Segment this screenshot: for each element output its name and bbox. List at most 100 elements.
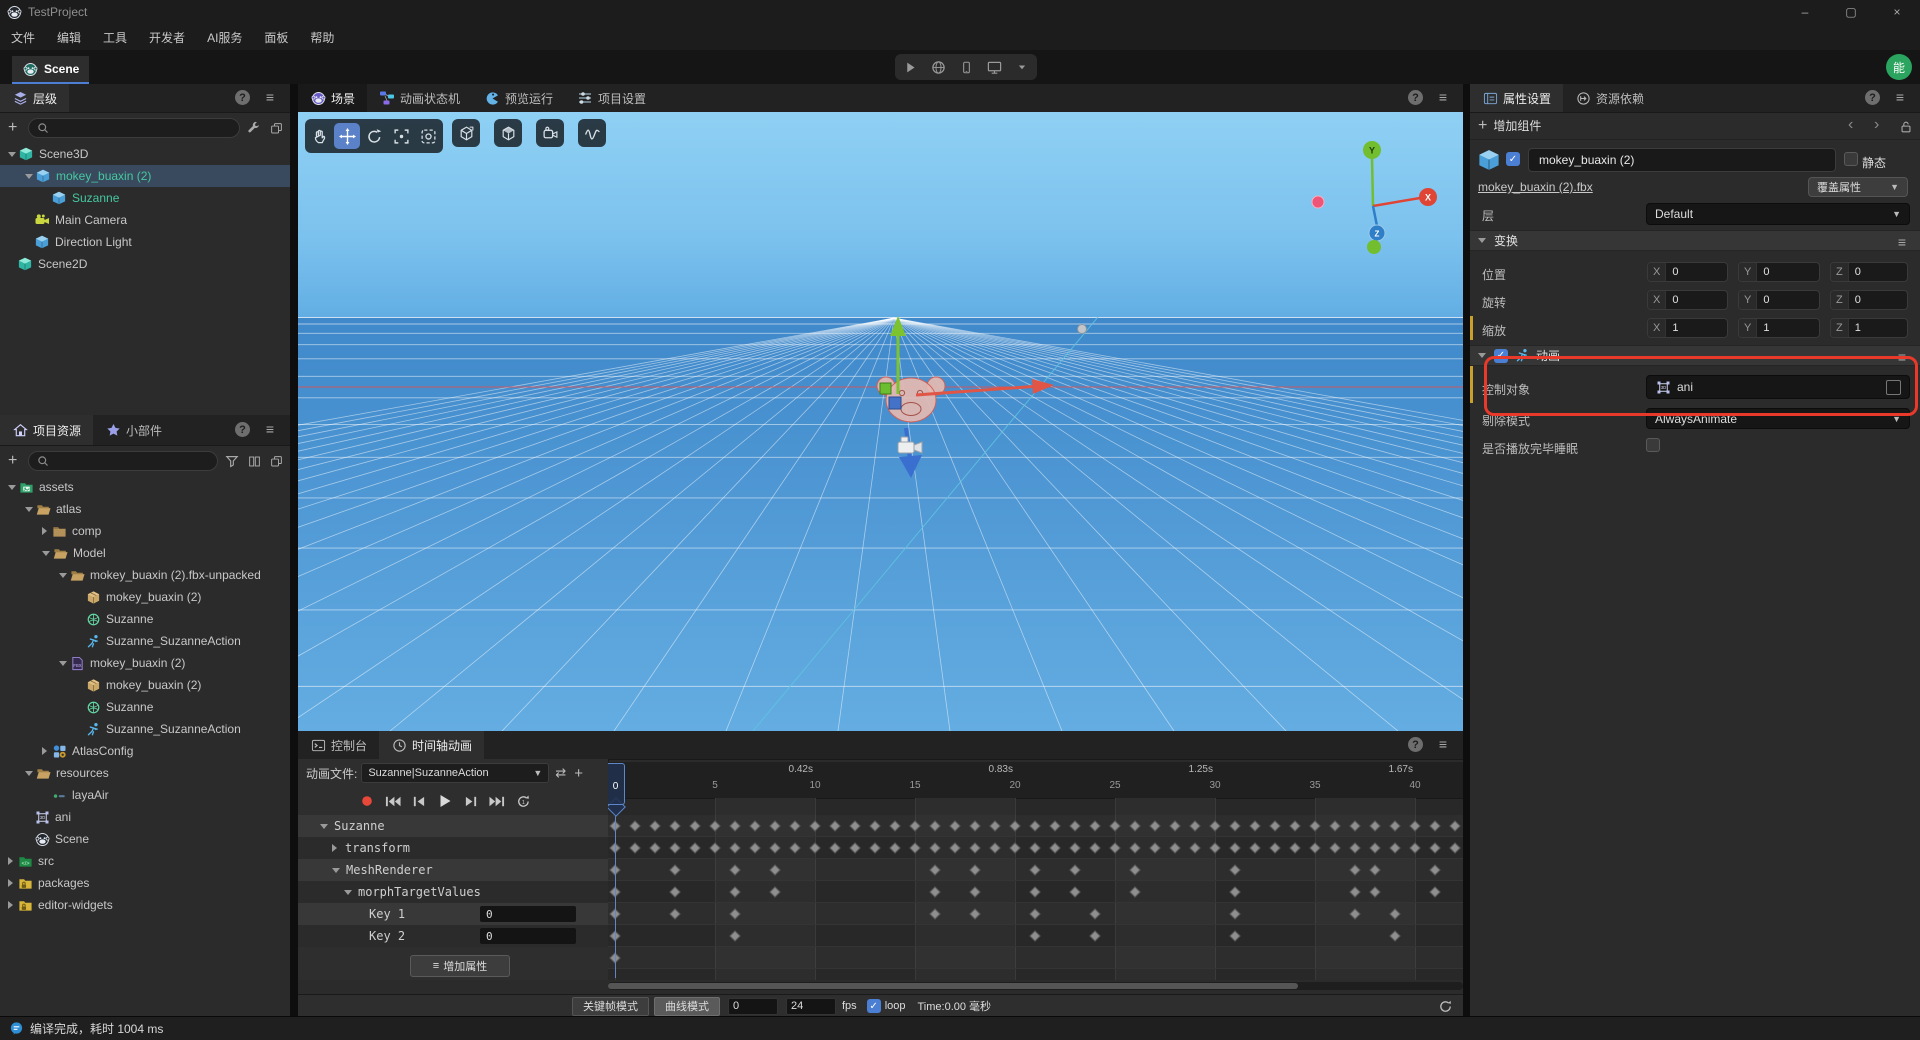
tree-item[interactable]: Suzanne [0, 608, 290, 630]
tree-item[interactable]: mokey_buaxin (2) [0, 674, 290, 696]
scale-tool[interactable] [388, 123, 414, 149]
tree-item[interactable]: </>src [0, 850, 290, 872]
rotation-y-field[interactable]: Y 0 [1738, 290, 1820, 310]
help-icon[interactable]: ? [1865, 90, 1880, 105]
keyframe-mode-button[interactable]: 关键帧模式 [572, 997, 649, 1016]
maximize-button[interactable]: ▢ [1828, 0, 1874, 24]
override-properties-dropdown[interactable]: 覆盖属性 ▼ [1808, 177, 1908, 197]
rotation-z-field[interactable]: Z 0 [1830, 290, 1908, 310]
globe-button[interactable] [927, 57, 949, 77]
orientation-gizmo[interactable]: Y X Z [1312, 141, 1437, 254]
expand-arrow[interactable] [332, 868, 340, 873]
tree-item[interactable]: Suzanne_SuzanneAction [0, 630, 290, 652]
panel-menu-icon[interactable]: ≡ [1439, 89, 1447, 105]
tab-dependencies[interactable]: 资源依赖 [1563, 84, 1656, 112]
panel-menu-icon[interactable]: ≡ [1896, 89, 1904, 105]
monitor-button[interactable] [983, 57, 1005, 77]
add-property-button[interactable]: ≡ 增加属性 [410, 955, 510, 977]
lock-icon[interactable] [1898, 119, 1914, 135]
static-checkbox[interactable] [1844, 152, 1858, 166]
tab-scene-document[interactable]: Scene [12, 56, 89, 84]
tree-item[interactable]: Suzanne_SuzanneAction [0, 718, 290, 740]
tree-item[interactable]: mokey_buaxin (2) [0, 165, 290, 187]
expand-arrow[interactable] [42, 527, 47, 535]
tree-item[interactable]: AtlasConfig [0, 740, 290, 762]
tree-item[interactable]: mokey_buaxin (2) [0, 586, 290, 608]
help-icon[interactable]: ? [1408, 90, 1423, 105]
track-value-input[interactable]: 0 [480, 906, 576, 922]
dropdown-button[interactable] [1011, 57, 1033, 77]
tree-item[interactable]: Suzanne [0, 696, 290, 718]
expand-arrow[interactable] [320, 824, 328, 829]
filter-icon[interactable] [224, 453, 240, 469]
expand-arrow[interactable] [8, 857, 13, 865]
playhead[interactable]: 0 [608, 763, 625, 805]
expand-arrow[interactable] [1478, 353, 1486, 358]
camera-preview[interactable] [536, 119, 564, 147]
node-active-checkbox[interactable]: ✓ [1506, 152, 1520, 166]
tree-item[interactable]: Scene [0, 828, 290, 850]
expand-arrow[interactable] [59, 573, 67, 578]
help-icon[interactable]: ? [235, 422, 250, 437]
tab-animator[interactable]: 动画状态机 [367, 84, 472, 112]
animator-section-header[interactable]: ✓ 动画 ≡ [1470, 345, 1920, 366]
track-row[interactable]: morphTargetValues [298, 881, 608, 903]
tree-item[interactable]: atlas [0, 498, 290, 520]
menu-item-1[interactable]: 编辑 [46, 24, 92, 50]
assets-search-input[interactable] [55, 455, 211, 467]
tab-preview-run[interactable]: 预览运行 [472, 84, 565, 112]
play-button[interactable] [436, 793, 454, 809]
rect-tool[interactable] [415, 123, 441, 149]
collapse-all-icon[interactable] [268, 453, 284, 469]
rotation-x-field[interactable]: X 0 [1647, 290, 1728, 310]
sleep-checkbox[interactable] [1646, 438, 1660, 452]
tree-item[interactable]: 3Dani [0, 806, 290, 828]
track-row[interactable]: Key 10 [298, 903, 608, 925]
expand-arrow[interactable] [42, 747, 47, 755]
tab-hierarchy[interactable]: 层级 [0, 84, 69, 112]
layer-dropdown[interactable]: Default ▼ [1646, 203, 1910, 225]
wrench-icon[interactable] [246, 120, 262, 136]
phone-button[interactable] [955, 57, 977, 77]
skip-start-button[interactable] [384, 793, 402, 809]
minimize-button[interactable]: – [1782, 0, 1828, 24]
ai-assistant-button[interactable]: 能 [1886, 54, 1912, 80]
expand-arrow[interactable] [25, 174, 33, 179]
tree-item[interactable]: Scene2D [0, 253, 290, 275]
perspective-view[interactable] [452, 119, 480, 147]
position-y-field[interactable]: Y 0 [1738, 262, 1820, 282]
tree-item[interactable]: editor-widgets [0, 894, 290, 916]
hierarchy-search-input[interactable] [55, 122, 233, 134]
node-name-input[interactable] [1537, 152, 1827, 168]
add-asset-button[interactable]: + [8, 452, 17, 470]
expand-arrow[interactable] [344, 890, 352, 895]
tree-item[interactable]: layaAir [0, 784, 290, 806]
curve-mode-button[interactable]: 曲线模式 [654, 997, 720, 1016]
tree-item[interactable]: resources [0, 762, 290, 784]
expand-arrow[interactable] [8, 879, 13, 887]
stats-curve[interactable] [578, 119, 606, 147]
swap-animation-icon[interactable]: ⇄ [555, 765, 566, 781]
expand-arrow[interactable] [25, 507, 33, 512]
culling-mode-dropdown[interactable]: AlwaysAnimate ▼ [1646, 408, 1910, 429]
scene-viewport[interactable]: Y X Z [298, 112, 1463, 731]
tab-project-settings[interactable]: 项目设置 [565, 84, 658, 112]
loop-button[interactable]: 1 [514, 793, 532, 809]
expand-arrow[interactable] [332, 844, 337, 852]
expand-arrow[interactable] [59, 661, 67, 666]
track-value-input[interactable]: 0 [480, 928, 576, 944]
tab-console[interactable]: 控制台 [298, 731, 379, 759]
add-node-button[interactable]: + [8, 119, 17, 137]
skip-end-button[interactable] [488, 793, 506, 809]
collapse-all-icon[interactable] [268, 120, 284, 136]
panel-menu-icon[interactable]: ≡ [266, 421, 274, 437]
track-row[interactable]: MeshRenderer [298, 859, 608, 881]
position-x-field[interactable]: X 0 [1647, 262, 1728, 282]
expand-arrow[interactable] [8, 152, 16, 157]
scrollbar-thumb[interactable] [608, 983, 1298, 989]
panel-menu-icon[interactable]: ≡ [266, 89, 274, 105]
section-menu-icon[interactable]: ≡ [1898, 349, 1906, 365]
tab-timeline-animation[interactable]: 时间轴动画 [379, 731, 484, 759]
section-menu-icon[interactable]: ≡ [1898, 234, 1906, 250]
menu-item-5[interactable]: 面板 [253, 24, 299, 50]
